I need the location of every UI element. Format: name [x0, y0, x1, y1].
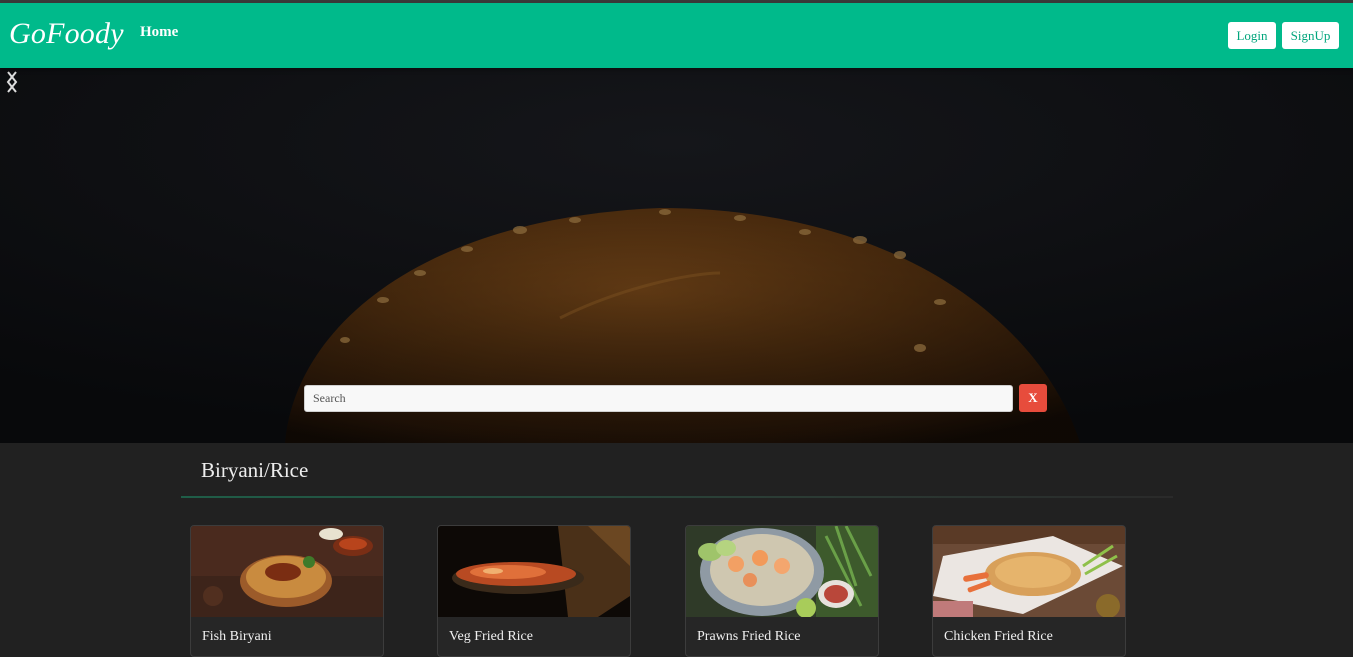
food-card[interactable]: Chicken Fried Rice: [932, 525, 1126, 657]
navbar: GoFoody Home Login SignUp: [0, 3, 1353, 68]
clear-search-button[interactable]: X: [1019, 384, 1047, 412]
signup-button[interactable]: SignUp: [1282, 22, 1339, 49]
chevron-right-icon[interactable]: [0, 68, 24, 96]
fish-biryani-image: [191, 526, 383, 617]
food-card-title: Chicken Fried Rice: [944, 629, 1053, 644]
food-card[interactable]: Prawns Fried Rice: [685, 525, 879, 657]
hero-carousel: X: [0, 68, 1353, 443]
nav-home-link[interactable]: Home: [140, 24, 178, 41]
brand-logo[interactable]: GoFoody: [9, 17, 124, 51]
food-card-title: Prawns Fried Rice: [697, 629, 801, 644]
search-input[interactable]: [304, 385, 1013, 412]
chicken-fried-rice-image: [933, 526, 1125, 617]
food-card[interactable]: Veg Fried Rice: [437, 525, 631, 657]
veg-fried-rice-image: [438, 526, 630, 617]
prawns-fried-rice-image: [686, 526, 878, 617]
login-button[interactable]: Login: [1228, 22, 1276, 49]
food-card-title: Veg Fried Rice: [449, 629, 533, 644]
food-card-title: Fish Biryani: [202, 629, 272, 644]
food-card[interactable]: Fish Biryani: [190, 525, 384, 657]
category-divider: [181, 496, 1173, 498]
category-title: Biryani/Rice: [201, 458, 309, 482]
